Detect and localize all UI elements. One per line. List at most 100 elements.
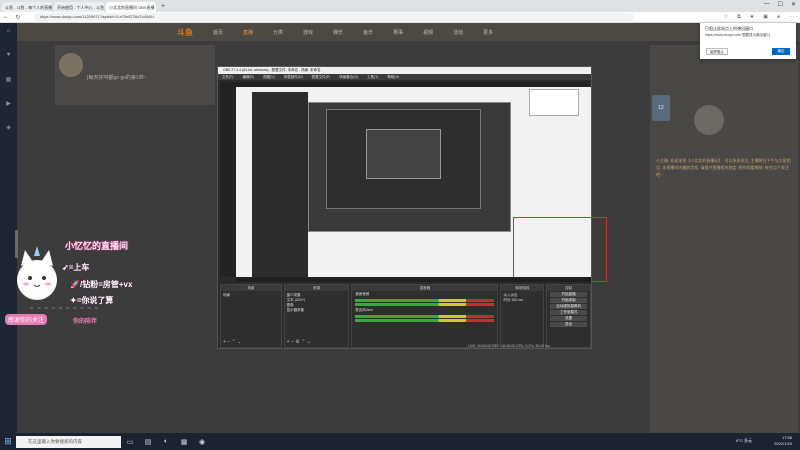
obs-menu-item[interactable]: 帮助(H): [387, 75, 399, 79]
star-icon[interactable]: ☆: [724, 14, 728, 20]
profile-icon[interactable]: ●: [777, 14, 780, 20]
system-clock[interactable]: 17:56 2022/1/20: [774, 435, 792, 447]
address-bar: ← ↻ https://www.douyu.com/11209971?dyshi…: [0, 12, 800, 23]
rocket-icon: 🚀: [70, 280, 80, 289]
audio-meter: [355, 299, 495, 302]
obs-menu-item[interactable]: 停靠部件(D): [284, 75, 303, 79]
source-selection-box[interactable]: [513, 217, 607, 282]
reload-icon[interactable]: ↻: [12, 14, 24, 21]
overlay-line-1: ➶=上车: [62, 263, 90, 272]
scene-add-remove[interactable]: + − ⌃ ⌄: [223, 339, 241, 345]
overlay-pink-label: 感谢你的关注: [5, 314, 48, 325]
site-logo[interactable]: 斗鱼: [177, 27, 193, 38]
obs-icon[interactable]: ◉: [193, 438, 211, 446]
source-item[interactable]: 显示器采集: [287, 308, 347, 313]
overlay-line-3: ✦=你说了算: [70, 296, 114, 305]
overlay-pink-label-2: 你的陪伴: [73, 319, 98, 325]
controls-dock: 控制 开始直播 开始录制 启动虚拟摄像机 工作室模式 设置 退出: [546, 284, 591, 348]
weather-indicator[interactable]: 6°C 多云: [736, 438, 752, 444]
obs-menu-item[interactable]: 工具(T): [367, 75, 378, 79]
nav-item[interactable]: 分类: [273, 29, 283, 36]
collections-icon[interactable]: ▣: [763, 14, 768, 20]
browser-tab-active[interactable]: 小北北的直播间 OBS直播 - 斗鱼: [106, 2, 156, 12]
nav-item[interactable]: 首页: [213, 29, 223, 36]
overlay-title: 小忆忆的直播间: [65, 241, 129, 251]
new-tab-button[interactable]: +: [158, 2, 168, 12]
transitions-dock: 转场特效 淡入淡出 时长 300 ms: [500, 284, 545, 348]
mixer-track-label: 麦克风/Aux: [355, 308, 373, 312]
nav-item[interactable]: 赛事: [393, 29, 403, 36]
task-view-icon[interactable]: ▭: [121, 438, 139, 446]
nav-item-active[interactable]: 直播: [243, 29, 253, 36]
nav-item[interactable]: 娱乐: [333, 29, 343, 36]
start-streaming-button[interactable]: 开始直播: [550, 292, 587, 297]
screen: 斗鱼 - 斗鱼 - 每个人的直播平台 开始使用 - 个人中心 - 斗鱼 小北北的…: [0, 0, 800, 450]
extensions-icon[interactable]: ⧉: [737, 14, 741, 20]
duration-label: 时长: [503, 298, 511, 302]
url-input[interactable]: https://www.douyu.com/11209971?dyshid=0-…: [34, 13, 634, 21]
obs-menu-item[interactable]: 编辑(E): [242, 75, 254, 79]
sparkle-icon: ✦: [70, 296, 77, 305]
anchor-avatar[interactable]: [694, 105, 724, 135]
nav-item[interactable]: 游戏: [303, 29, 313, 36]
exit-button[interactable]: 退出: [550, 322, 587, 327]
source-add-remove[interactable]: + − ⚙ ⌃ ⌄: [287, 339, 311, 345]
store-icon[interactable]: ▦: [175, 438, 193, 446]
game-icon[interactable]: ◈: [0, 119, 17, 143]
arrow-icon: ➶: [62, 263, 69, 272]
obs-menu-bar: 文件(F) 编辑(E) 视图(V) 停靠部件(D) 配置文件(P) 场景集合(S…: [218, 74, 591, 80]
obs-menu-item[interactable]: 场景集合(S): [339, 75, 358, 79]
scene-item[interactable]: 场景: [223, 293, 279, 298]
obs-preview[interactable]: [220, 82, 607, 282]
favorites-icon[interactable]: ★: [750, 14, 754, 20]
taskbar-search-input[interactable]: 在这里输入你要搜索的内容: [16, 435, 121, 448]
captured-popup: [529, 89, 579, 116]
overlay-divider: ~ ~ ~ ~ ~ ~ ~ ~ ~ ~: [30, 306, 100, 312]
controls-header: 控制: [547, 285, 590, 291]
avatar[interactable]: [59, 53, 83, 77]
browser-tab[interactable]: 开始使用 - 个人中心 - 斗鱼: [54, 2, 104, 12]
virtual-camera-button[interactable]: 启动虚拟摄像机: [550, 304, 587, 309]
obs-status-bar: LIVE: 00:00:00 REC: 00:00:00 CPU: 3.2%, …: [468, 344, 550, 348]
volume-slider[interactable]: [355, 319, 495, 322]
windows-start-icon[interactable]: ⊞: [0, 436, 16, 447]
nav-item[interactable]: 活动: [453, 29, 463, 36]
obs-docks: 场景 场景 + − ⌃ ⌄ 来源 窗口采集 文本 (GDI+) 图像 显示器采集…: [220, 284, 591, 348]
start-recording-button[interactable]: 开始录制: [550, 298, 587, 303]
mixer-track-label: 桌面音频: [355, 292, 370, 296]
home-icon[interactable]: ⌂: [0, 23, 17, 47]
obs-menu-item[interactable]: 视图(V): [263, 75, 275, 79]
nav-item[interactable]: 视频: [423, 29, 433, 36]
mixer-dock: 混音器 桌面音频 麦克风/Aux: [351, 284, 499, 348]
studio-mode-button[interactable]: 工作室模式: [550, 310, 587, 315]
cat-mascot-icon: [17, 246, 57, 300]
file-explorer-icon[interactable]: ▤: [139, 438, 157, 446]
back-icon[interactable]: ←: [0, 14, 12, 20]
rank-badge: 12: [652, 95, 670, 121]
browser-tab[interactable]: 斗鱼 - 斗鱼 - 每个人的直播平台: [2, 2, 52, 12]
obs-menu-item[interactable]: 文件(F): [222, 75, 233, 79]
popup-heading: 已阻止此站点上的弹出窗口: [705, 26, 753, 31]
popup-primary-button[interactable]: 确定: [772, 48, 790, 55]
settings-button[interactable]: 设置: [550, 316, 587, 321]
volume-slider[interactable]: [355, 303, 495, 306]
close-icon[interactable]: ✕: [791, 1, 796, 8]
follow-icon[interactable]: ♥: [0, 47, 17, 71]
more-icon[interactable]: ⋯: [789, 14, 794, 20]
obs-menu-item[interactable]: 配置文件(P): [312, 75, 331, 79]
browser-tab-strip: 斗鱼 - 斗鱼 - 每个人的直播平台 开始使用 - 个人中心 - 斗鱼 小北北的…: [0, 0, 800, 12]
popup-body: https://www.douyu.com 想要显示弹出窗口: [705, 33, 770, 37]
nav-item[interactable]: 更多: [483, 29, 493, 36]
live-icon[interactable]: ▶: [0, 95, 17, 119]
popup-secondary-button[interactable]: 始终阻止: [706, 48, 728, 55]
minimize-icon[interactable]: —: [764, 1, 770, 8]
site-header: 斗鱼 首页 直播 分类 游戏 娱乐 鱼乐 赛事 视频 活动 更多: [17, 23, 800, 41]
captured-desktop: [236, 87, 607, 282]
category-icon[interactable]: ▦: [0, 71, 17, 95]
edge-browser-icon[interactable]: ◐: [157, 438, 175, 445]
captured-taskbar: [236, 277, 591, 282]
site-left-nav: ⌂ ♥ ▦ ▶ ◈: [0, 23, 17, 433]
duration-input[interactable]: 300 ms: [511, 298, 522, 302]
maximize-icon[interactable]: ☐: [778, 1, 783, 8]
nav-item[interactable]: 鱼乐: [363, 29, 373, 36]
